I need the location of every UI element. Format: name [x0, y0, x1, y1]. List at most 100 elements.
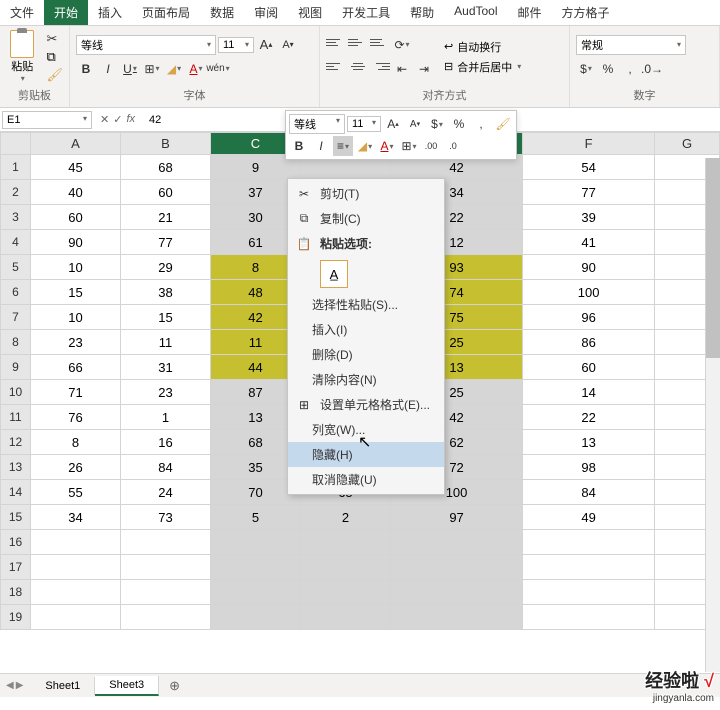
mini-italic[interactable]: I — [311, 136, 331, 156]
cell[interactable]: 60 — [31, 205, 121, 230]
mini-percent[interactable]: % — [449, 114, 469, 134]
comma-button[interactable]: , — [620, 59, 640, 79]
cell[interactable] — [31, 580, 121, 605]
cell[interactable] — [211, 605, 301, 630]
cell[interactable] — [211, 555, 301, 580]
row-header-11[interactable]: 11 — [1, 405, 31, 430]
cell[interactable] — [301, 580, 391, 605]
menu-view[interactable]: 视图 — [288, 0, 332, 25]
sheet-nav-next[interactable]: ▶ — [16, 680, 24, 691]
cm-paste-special[interactable]: 选择性粘贴(S)... — [288, 292, 444, 317]
cell[interactable]: 40 — [31, 180, 121, 205]
row-header-2[interactable]: 2 — [1, 180, 31, 205]
cell[interactable]: 8 — [31, 430, 121, 455]
menu-audtool[interactable]: AudTool — [444, 0, 507, 25]
row-header-9[interactable]: 9 — [1, 355, 31, 380]
cell[interactable]: 97 — [391, 505, 523, 530]
cell[interactable]: 26 — [31, 455, 121, 480]
currency-button[interactable]: $▾ — [576, 59, 596, 79]
cell[interactable] — [523, 580, 655, 605]
cell[interactable] — [121, 530, 211, 555]
menu-review[interactable]: 审阅 — [244, 0, 288, 25]
decrease-font-icon[interactable]: A▾ — [278, 35, 298, 55]
wrap-text-button[interactable]: ↩自动换行 — [444, 39, 521, 55]
cell[interactable]: 55 — [31, 480, 121, 505]
cell[interactable] — [31, 605, 121, 630]
add-sheet-button[interactable]: ⊕ — [159, 678, 190, 694]
sheet-tab-1[interactable]: Sheet1 — [31, 677, 95, 695]
cell[interactable]: 54 — [523, 155, 655, 180]
orientation-button[interactable]: ⟳▾ — [392, 35, 412, 55]
cell[interactable]: 31 — [121, 355, 211, 380]
cm-insert[interactable]: 插入(I) — [288, 317, 444, 342]
underline-button[interactable]: U▾ — [120, 59, 140, 79]
cell[interactable] — [211, 580, 301, 605]
cm-cut[interactable]: ✂剪切(T) — [288, 181, 444, 206]
row-header-12[interactable]: 12 — [1, 430, 31, 455]
increase-decimal-icon[interactable]: .0→ — [642, 59, 662, 79]
cell[interactable] — [121, 555, 211, 580]
cm-delete[interactable]: 删除(D) — [288, 342, 444, 367]
cm-paste-option[interactable]: A̲ — [288, 256, 444, 292]
cell[interactable]: 100 — [523, 280, 655, 305]
cell[interactable] — [31, 555, 121, 580]
cell[interactable]: 23 — [121, 380, 211, 405]
cell[interactable]: 73 — [121, 505, 211, 530]
cell[interactable]: 11 — [121, 330, 211, 355]
vertical-scrollbar[interactable] — [705, 158, 720, 672]
row-header-4[interactable]: 4 — [1, 230, 31, 255]
cell[interactable]: 23 — [31, 330, 121, 355]
row-header-19[interactable]: 19 — [1, 605, 31, 630]
row-header-10[interactable]: 10 — [1, 380, 31, 405]
cell[interactable] — [523, 605, 655, 630]
cell[interactable] — [391, 605, 523, 630]
cell[interactable]: 5 — [211, 505, 301, 530]
row-header-5[interactable]: 5 — [1, 255, 31, 280]
menu-mail[interactable]: 邮件 — [508, 0, 552, 25]
menu-home[interactable]: 开始 — [44, 0, 88, 25]
cell[interactable]: 84 — [523, 480, 655, 505]
align-right-icon[interactable] — [370, 59, 390, 75]
sheet-nav-prev[interactable]: ◀ — [6, 680, 14, 691]
merge-center-button[interactable]: ⊟合并后居中▾ — [444, 59, 521, 75]
cm-unhide[interactable]: 取消隐藏(U) — [288, 467, 444, 492]
align-middle-icon[interactable] — [348, 35, 368, 51]
cell[interactable] — [121, 580, 211, 605]
cell[interactable]: 77 — [523, 180, 655, 205]
scrollbar-thumb[interactable] — [706, 158, 720, 358]
mini-increase-font[interactable]: A▴ — [383, 114, 403, 134]
cell[interactable]: 68 — [121, 155, 211, 180]
cell[interactable] — [391, 555, 523, 580]
cell[interactable]: 66 — [31, 355, 121, 380]
cell[interactable]: 15 — [31, 280, 121, 305]
row-header-1[interactable]: 1 — [1, 155, 31, 180]
col-header-G[interactable]: G — [655, 133, 720, 155]
mini-decrease-font[interactable]: A▾ — [405, 114, 425, 134]
mini-fill-color[interactable]: ◢▾ — [355, 136, 375, 156]
cell[interactable]: 90 — [523, 255, 655, 280]
col-header-F[interactable]: F — [523, 133, 655, 155]
cell[interactable]: 10 — [31, 305, 121, 330]
enter-icon[interactable]: ✓ — [113, 113, 122, 126]
row-header-8[interactable]: 8 — [1, 330, 31, 355]
bold-button[interactable]: B — [76, 59, 96, 79]
row-header-15[interactable]: 15 — [1, 505, 31, 530]
row-header-6[interactable]: 6 — [1, 280, 31, 305]
cm-format-cells[interactable]: ⊞设置单元格格式(E)... — [288, 392, 444, 417]
cm-column-width[interactable]: 列宽(W)... — [288, 417, 444, 442]
cell[interactable]: 90 — [31, 230, 121, 255]
row-header-14[interactable]: 14 — [1, 480, 31, 505]
sheet-tab-3[interactable]: Sheet3 — [95, 676, 159, 696]
mini-currency[interactable]: $▾ — [427, 114, 447, 134]
increase-indent-icon[interactable]: ⇥ — [414, 59, 434, 79]
italic-button[interactable]: I — [98, 59, 118, 79]
cell[interactable]: 96 — [523, 305, 655, 330]
cell[interactable] — [301, 555, 391, 580]
mini-format-painter[interactable]: 🖌 — [493, 114, 513, 134]
menu-file[interactable]: 文件 — [0, 0, 44, 25]
name-box[interactable]: E1▾ — [2, 111, 92, 129]
mini-comma[interactable]: , — [471, 114, 491, 134]
mini-border[interactable]: ⊞▾ — [399, 136, 419, 156]
cell[interactable]: 77 — [121, 230, 211, 255]
cell[interactable]: 15 — [121, 305, 211, 330]
